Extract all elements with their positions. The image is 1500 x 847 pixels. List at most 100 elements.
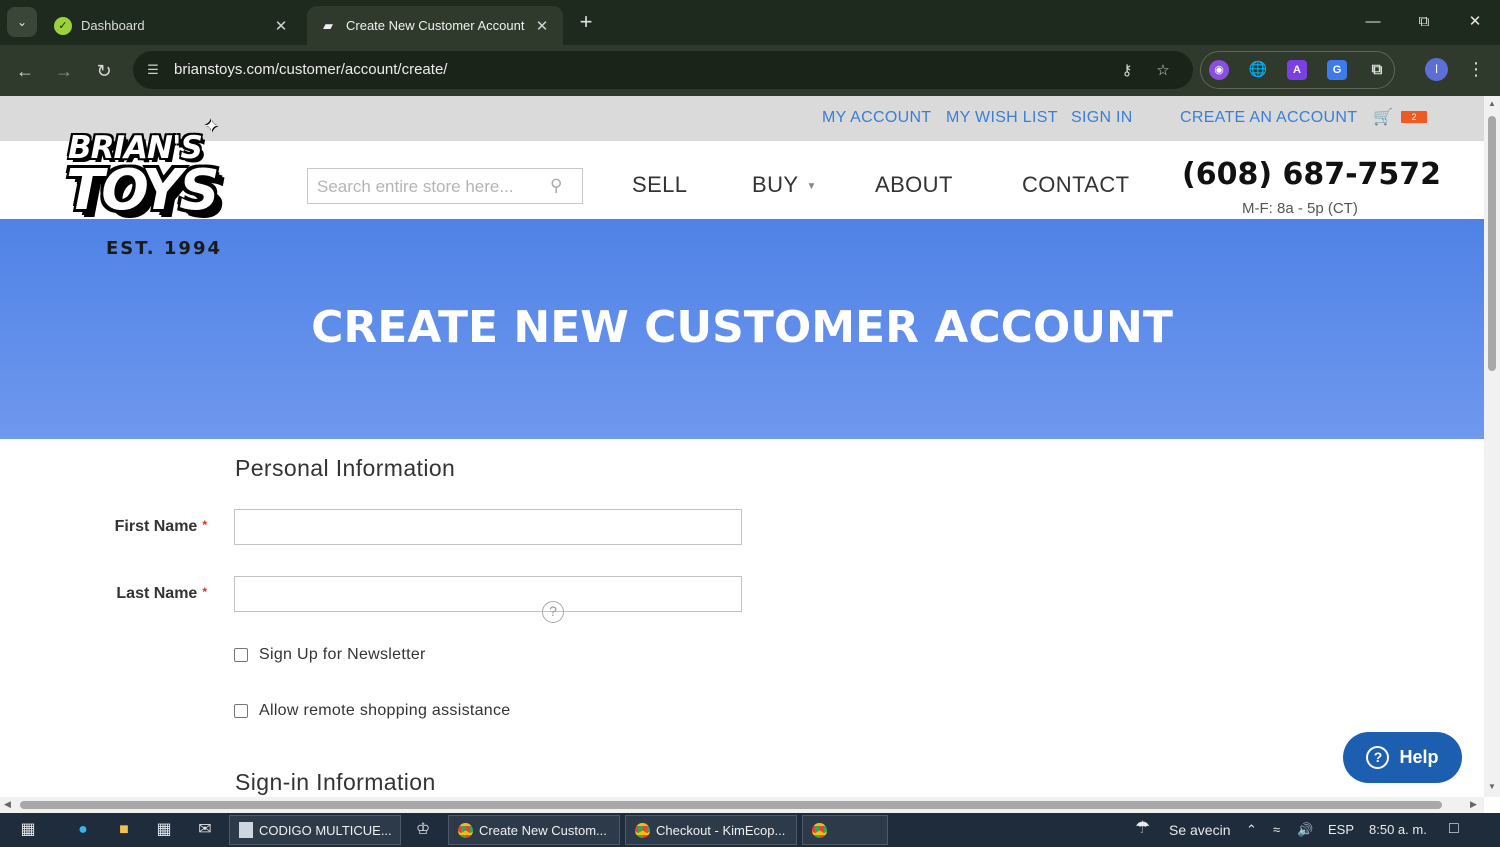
- logo-est: EST. 1994: [106, 238, 223, 259]
- page-title: CREATE NEW CUSTOMER ACCOUNT: [311, 302, 1173, 353]
- folder-icon[interactable]: ■: [113, 819, 135, 841]
- nav-about[interactable]: ABOUT: [875, 172, 953, 198]
- business-hours: M-F: 8a - 5p (CT): [1242, 200, 1358, 217]
- search-input[interactable]: [317, 177, 542, 197]
- taskbar-app-chrome[interactable]: [802, 815, 888, 845]
- restore-button[interactable]: ⧉: [1401, 8, 1447, 36]
- minimize-button[interactable]: —: [1350, 8, 1396, 36]
- back-button[interactable]: ←: [11, 57, 39, 85]
- chrome-icon: [458, 822, 473, 838]
- profile-avatar[interactable]: I: [1425, 58, 1448, 81]
- required-asterisk: *: [202, 585, 207, 599]
- tab-search-button[interactable]: ⌄: [7, 7, 37, 37]
- close-window-button[interactable]: ✕: [1452, 8, 1498, 36]
- notification-icon[interactable]: □: [1449, 820, 1459, 838]
- taskbar-app-checkout[interactable]: Checkout - KimEcop...: [625, 815, 797, 845]
- weather-rain-icon[interactable]: ☂: [1135, 818, 1150, 838]
- newsletter-label[interactable]: Sign Up for Newsletter: [259, 646, 426, 664]
- scroll-left-icon[interactable]: ◀: [4, 799, 11, 810]
- close-icon[interactable]: ✕: [533, 17, 551, 35]
- newsletter-row[interactable]: Sign Up for Newsletter: [234, 646, 426, 664]
- puzzle-icon[interactable]: ⧉: [1367, 60, 1387, 80]
- scroll-down-icon[interactable]: ▼: [1487, 782, 1497, 791]
- chevron-down-icon: ▼: [806, 180, 817, 192]
- page-viewport: MY ACCOUNT MY WISH LIST SIGN IN CREATE A…: [0, 96, 1484, 797]
- create-account-link[interactable]: CREATE AN ACCOUNT: [1180, 109, 1357, 127]
- weather-text[interactable]: Se avecin: [1169, 822, 1230, 838]
- taskbar-app-codigo[interactable]: CODIGO MULTICUE...: [229, 815, 401, 845]
- game-app-icon[interactable]: ♔: [412, 819, 434, 841]
- bookmark-star-icon[interactable]: ☆: [1152, 60, 1174, 82]
- remote-assistance-checkbox[interactable]: [234, 704, 248, 718]
- tab-title: Dashboard: [81, 18, 145, 33]
- first-name-input[interactable]: [234, 509, 742, 545]
- language-indicator[interactable]: ESP: [1328, 822, 1354, 837]
- dashboard-favicon-icon: ✓: [54, 16, 72, 35]
- last-name-input[interactable]: [234, 576, 742, 612]
- taskbar-app-create-account[interactable]: Create New Custom...: [448, 815, 620, 845]
- nav-sell[interactable]: SELL: [632, 172, 687, 198]
- chevron-up-icon[interactable]: ⌃: [1246, 822, 1257, 838]
- my-account-link[interactable]: MY ACCOUNT: [822, 109, 931, 127]
- password-key-icon[interactable]: ⚷: [1116, 60, 1138, 82]
- browser-toolbar: ← → ↻ ☰ brianstoys.com/customer/account/…: [0, 45, 1500, 96]
- question-icon[interactable]: ?: [542, 601, 564, 623]
- question-circle-icon: ?: [1366, 746, 1390, 769]
- chevron-down-icon: ⌄: [16, 15, 28, 29]
- first-name-label-text: First Name: [114, 518, 198, 535]
- arrow-left-icon: ←: [16, 61, 34, 81]
- horizontal-scrollbar[interactable]: ◀ ▶: [0, 797, 1484, 813]
- nav-buy-label: BUY: [752, 172, 799, 197]
- help-button[interactable]: ? Help: [1343, 732, 1462, 783]
- newsletter-checkbox[interactable]: [234, 648, 248, 662]
- clock-time[interactable]: 8:50 a. m.: [1369, 822, 1427, 837]
- scroll-up-icon[interactable]: ▲: [1487, 99, 1497, 108]
- edge-icon[interactable]: ●: [72, 819, 94, 841]
- extension-a-icon[interactable]: A: [1287, 60, 1307, 80]
- reload-button[interactable]: ↻: [90, 57, 118, 85]
- required-asterisk: *: [202, 518, 207, 532]
- search-icon[interactable]: ⚲: [550, 176, 562, 196]
- sign-in-link[interactable]: SIGN IN: [1071, 109, 1133, 127]
- reload-icon: ↻: [96, 61, 112, 81]
- wifi-icon[interactable]: ≈: [1273, 822, 1280, 837]
- tab-create-account[interactable]: ▰ Create New Customer Account ✕: [307, 6, 563, 45]
- search-box: ⚲: [307, 168, 583, 204]
- url-text[interactable]: brianstoys.com/customer/account/create/: [174, 61, 447, 78]
- remote-assistance-label[interactable]: Allow remote shopping assistance: [259, 702, 511, 720]
- mail-icon[interactable]: ✉: [194, 819, 216, 841]
- my-wishlist-link[interactable]: MY WISH LIST: [946, 109, 1058, 127]
- first-name-label: First Name *: [107, 518, 207, 536]
- logo-line2: TOYS: [66, 158, 220, 223]
- menu-dots-icon[interactable]: ⋮: [1466, 57, 1486, 81]
- scroll-right-icon[interactable]: ▶: [1470, 799, 1477, 810]
- chrome-icon: [812, 822, 827, 838]
- phone-number[interactable]: (608) 687-7572: [1182, 157, 1441, 192]
- store-icon[interactable]: ▦: [153, 819, 175, 841]
- remote-assistance-row[interactable]: Allow remote shopping assistance: [234, 702, 511, 720]
- cart-count-badge[interactable]: 2: [1401, 111, 1427, 123]
- forward-button[interactable]: →: [50, 57, 78, 85]
- last-name-label: Last Name *: [107, 585, 207, 603]
- vertical-scrollbar[interactable]: ▲ ▼: [1484, 96, 1500, 797]
- tab-dashboard[interactable]: ✓ Dashboard ✕: [42, 6, 302, 45]
- address-bar[interactable]: ☰ brianstoys.com/customer/account/create…: [133, 51, 1193, 89]
- cart-icon[interactable]: 🛒: [1373, 107, 1393, 127]
- vertical-scroll-thumb[interactable]: [1488, 116, 1496, 371]
- site-logo[interactable]: ✦ BRIAN'S TOYS EST. 1994: [60, 116, 272, 263]
- site-info-icon[interactable]: ☰: [143, 60, 163, 80]
- horizontal-scroll-thumb[interactable]: [20, 801, 1442, 809]
- close-icon[interactable]: ✕: [272, 17, 290, 35]
- personal-info-heading: Personal Information: [235, 455, 456, 481]
- nav-contact[interactable]: CONTACT: [1022, 172, 1130, 198]
- nav-buy[interactable]: BUY ▼: [752, 172, 817, 198]
- new-tab-button[interactable]: +: [573, 10, 599, 36]
- tab-title: Create New Customer Account: [346, 18, 525, 33]
- start-grid-icon[interactable]: ▦: [17, 819, 39, 841]
- extension-icon[interactable]: ◉: [1209, 60, 1229, 80]
- translate-icon[interactable]: G: [1327, 60, 1347, 80]
- browser-tab-strip: ⌄ ✓ Dashboard ✕ ▰ Create New Customer Ac…: [0, 0, 1500, 45]
- globe-icon[interactable]: 🌐: [1248, 60, 1268, 80]
- speaker-icon[interactable]: 🔊: [1297, 822, 1313, 838]
- chrome-icon: [635, 822, 650, 838]
